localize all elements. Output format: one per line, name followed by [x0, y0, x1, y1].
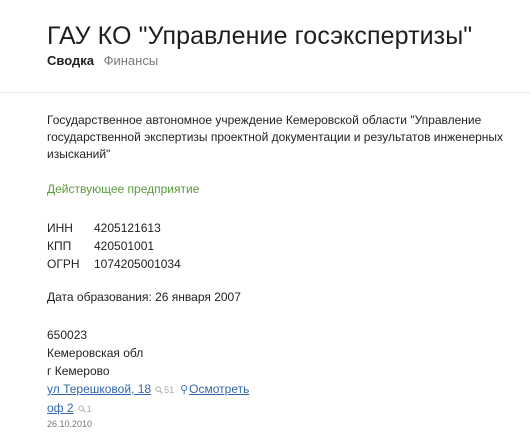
identifiers-block: ИНН 4205121613 КПП 420501001 ОГРН 107420500… [47, 219, 181, 273]
ogrn-row: ОГРН 1074205001034 [47, 255, 181, 273]
kpp-row: КПП 420501001 [47, 237, 181, 255]
address-street-line: ул Терешковой, 18 51 ⚲Осмотреть [47, 380, 249, 399]
status-badge: Действующее предприятие [47, 182, 200, 196]
view-on-map-link[interactable]: ⚲Осмотреть [180, 382, 249, 396]
inn-value: 4205121613 [94, 221, 161, 235]
street-search-count[interactable]: 51 [155, 385, 174, 395]
inn-row: ИНН 4205121613 [47, 219, 181, 237]
street-link[interactable]: ул Терешковой, 18 [47, 382, 151, 396]
office-count-value: 1 [86, 404, 92, 414]
office-search-count[interactable]: 1 [77, 404, 92, 414]
inn-label: ИНН [47, 221, 73, 235]
office-link[interactable]: оф 2 [47, 401, 74, 415]
map-pin-icon: ⚲ [180, 384, 189, 396]
street-count-value: 51 [164, 385, 175, 395]
tab-finances[interactable]: Финансы [104, 53, 159, 68]
address-city: г Кемерово [47, 364, 110, 378]
kpp-label: КПП [47, 239, 72, 253]
magnifier-icon [155, 386, 164, 394]
tab-summary[interactable]: Сводка [47, 53, 94, 68]
magnifier-icon [77, 405, 86, 413]
ogrn-label: ОГРН [47, 257, 80, 271]
company-full-name: Государственное автономное учреждение Ке… [47, 113, 504, 161]
updated-date: 26.10.2010 [47, 419, 93, 429]
ogrn-value: 1074205001034 [94, 257, 181, 271]
kpp-value: 420501001 [94, 239, 155, 253]
page-title: ГАУ КО "Управление госэкспертизы" [47, 22, 473, 50]
header-divider [0, 92, 530, 93]
address-office-line: оф 2 1 [47, 399, 249, 418]
tab-bar: Сводка Финансы [47, 53, 158, 68]
address-region: Кемеровская обл [47, 346, 144, 360]
view-link-label[interactable]: Осмотреть [189, 382, 249, 396]
address-postcode: 650023 [47, 328, 88, 342]
address-block: 650023 Кемеровская обл г Кемерово ул Тер… [47, 326, 249, 418]
founded-date: Дата образования: 26 января 2007 [47, 290, 241, 304]
